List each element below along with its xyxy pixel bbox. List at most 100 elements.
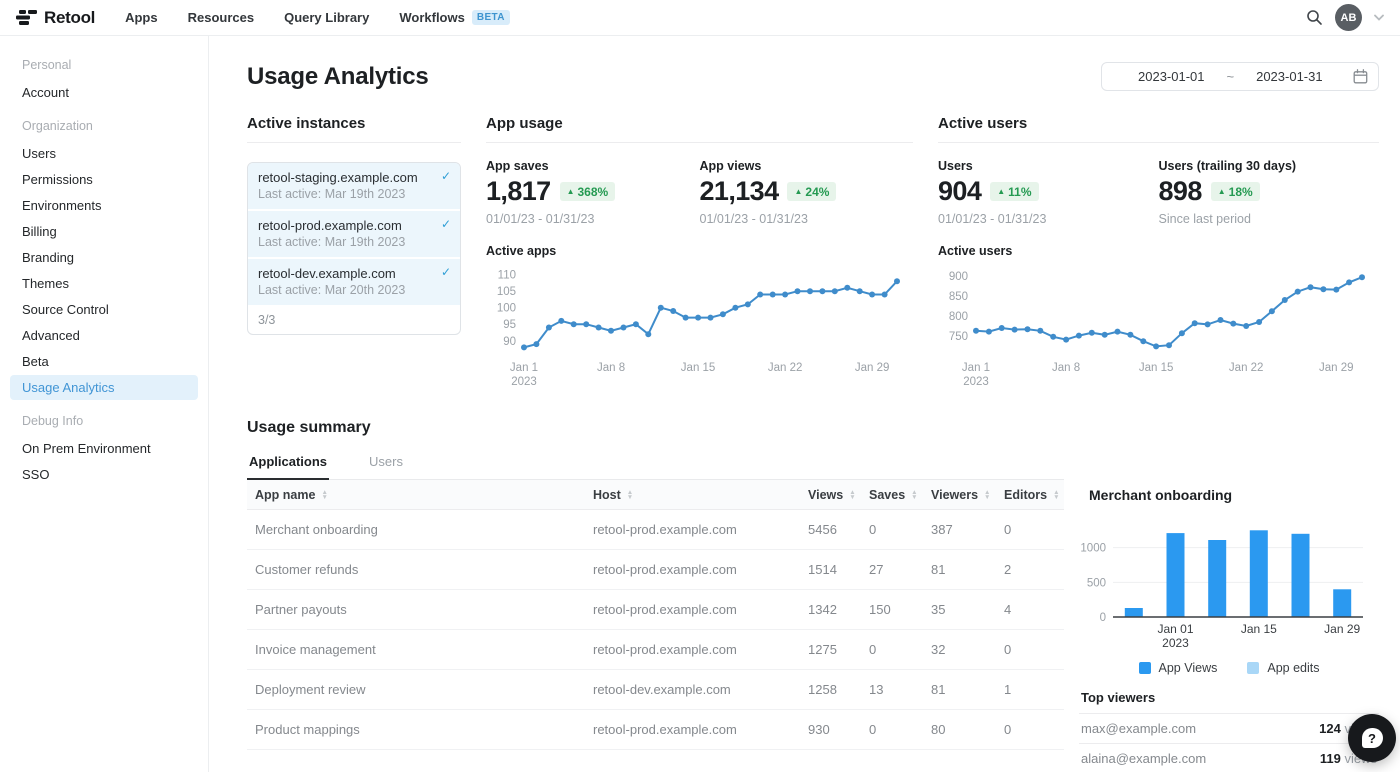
- table-header: App name▲▼Host▲▼Views▲▼Saves▲▼Viewers▲▼E…: [247, 480, 1064, 510]
- table-row[interactable]: Partner payoutsretool-prod.example.com13…: [247, 590, 1064, 630]
- bar-chart-title: Merchant onboarding: [1089, 487, 1379, 503]
- svg-text:800: 800: [949, 311, 968, 323]
- table-cell: 2: [1004, 562, 1064, 577]
- nav-item-query-library[interactable]: Query Library: [284, 10, 369, 25]
- column-label: Views: [808, 488, 843, 502]
- sidebar-item-source-control[interactable]: Source Control: [10, 297, 198, 322]
- table-cell: 4: [1004, 602, 1064, 617]
- nav-item-apps[interactable]: Apps: [125, 10, 158, 25]
- svg-text:500: 500: [1087, 577, 1106, 589]
- sidebar-item-environments[interactable]: Environments: [10, 193, 198, 218]
- top-navbar: Retool Apps Resources Query Library Workflo…: [0, 0, 1400, 36]
- avatar[interactable]: AB: [1335, 4, 1362, 31]
- applications-table: Merchant onboardingretool-prod.example.c…: [247, 510, 1064, 750]
- active-apps-chart: 9095100105110Jan 12023Jan 8Jan 15Jan 22J…: [486, 258, 913, 390]
- column-header-saves[interactable]: Saves▲▼: [869, 488, 931, 502]
- sidebar-item-themes[interactable]: Themes: [10, 271, 198, 296]
- svg-text:Jan 22: Jan 22: [1229, 362, 1264, 374]
- table-cell: Invoice management: [255, 642, 593, 657]
- legend-swatch: [1139, 662, 1151, 674]
- table-cell: 1275: [808, 642, 869, 657]
- table-cell: 27: [869, 562, 931, 577]
- table-cell: retool-prod.example.com: [593, 642, 808, 657]
- svg-text:Jan 15: Jan 15: [1241, 622, 1277, 636]
- sidebar-item-on-prem-environment[interactable]: On Prem Environment: [10, 436, 198, 461]
- table-cell: 5456: [808, 522, 869, 537]
- table-row[interactable]: Merchant onboardingretool-prod.example.c…: [247, 510, 1064, 550]
- column-header-app-name[interactable]: App name▲▼: [255, 488, 593, 502]
- help-button[interactable]: ?: [1348, 714, 1396, 762]
- date-to: 2023-01-31: [1256, 69, 1323, 84]
- sidebar-item-permissions[interactable]: Permissions: [10, 167, 198, 192]
- svg-text:900: 900: [949, 271, 968, 283]
- sidebar-item-billing[interactable]: Billing: [10, 219, 198, 244]
- instance-last-active: Last active: Mar 19th 2023: [258, 235, 450, 249]
- table-cell: 32: [931, 642, 1004, 657]
- table-row[interactable]: Deployment reviewretool-dev.example.com1…: [247, 670, 1064, 710]
- trend-up-icon: ▲: [997, 188, 1005, 196]
- sidebar-item-branding[interactable]: Branding: [10, 245, 198, 270]
- svg-text:110: 110: [498, 270, 516, 282]
- metric-value: 904: [938, 176, 981, 207]
- main-content: Usage Analytics 2023-01-01 ~ 2023-01-31: [209, 36, 1400, 772]
- column-header-editors[interactable]: Editors▲▼: [1004, 488, 1064, 502]
- retool-logo-icon: [16, 10, 37, 25]
- column-header-views[interactable]: Views▲▼: [808, 488, 869, 502]
- column-header-host[interactable]: Host▲▼: [593, 488, 808, 502]
- active-instances-section: Active instances retool-staging.example.…: [247, 115, 461, 393]
- settings-sidebar: PersonalAccountOrganizationUsersPermissi…: [0, 36, 209, 772]
- retool-logo[interactable]: Retool: [16, 8, 95, 28]
- metric-delta-badge: ▲24%: [787, 182, 836, 201]
- metric-label: Users (trailing 30 days): [1159, 159, 1380, 173]
- table-row[interactable]: Product mappingsretool-prod.example.com9…: [247, 710, 1064, 750]
- table-cell: 0: [869, 722, 931, 737]
- nav-item-resources[interactable]: Resources: [188, 10, 254, 25]
- legend-item-app-edits: App edits: [1247, 661, 1319, 675]
- sidebar-item-users[interactable]: Users: [10, 141, 198, 166]
- check-icon: ✓: [441, 217, 451, 231]
- column-header-viewers[interactable]: Viewers▲▼: [931, 488, 1004, 502]
- tab-users[interactable]: Users: [367, 447, 405, 479]
- nav-item-label: Workflows: [399, 10, 465, 25]
- usage-summary-section: Usage summary ApplicationsUsers App name…: [247, 419, 1379, 772]
- sidebar-item-advanced[interactable]: Advanced: [10, 323, 198, 348]
- sidebar-item-account[interactable]: Account: [10, 80, 198, 105]
- svg-text:750: 750: [949, 331, 968, 343]
- table-cell: 81: [931, 562, 1004, 577]
- table-cell: retool-dev.example.com: [593, 682, 808, 697]
- calendar-icon[interactable]: [1353, 69, 1368, 84]
- date-from: 2023-01-01: [1138, 69, 1205, 84]
- table-cell: 1342: [808, 602, 869, 617]
- section-title-active-instances: Active instances: [247, 115, 461, 143]
- table-row[interactable]: Customer refundsretool-prod.example.com1…: [247, 550, 1064, 590]
- svg-text:1000: 1000: [1080, 543, 1106, 555]
- table-cell: retool-prod.example.com: [593, 602, 808, 617]
- sidebar-section-title: Personal: [0, 58, 208, 72]
- trend-up-icon: ▲: [1218, 188, 1226, 196]
- viewer-row: alaina@example.com119 views: [1079, 744, 1379, 772]
- svg-text:Jan 22: Jan 22: [768, 362, 803, 374]
- beta-badge: BETA: [472, 10, 510, 25]
- chevron-down-icon[interactable]: [1374, 14, 1384, 21]
- delta-value: 18%: [1229, 185, 1253, 199]
- table-cell: 387: [931, 522, 1004, 537]
- nav-item-workflows[interactable]: Workflows BETA: [399, 10, 510, 25]
- sidebar-item-beta[interactable]: Beta: [10, 349, 198, 374]
- table-cell: 150: [869, 602, 931, 617]
- instance-name: retool-staging.example.com: [258, 170, 450, 185]
- metric-period: 01/01/23 - 01/31/23: [486, 212, 700, 226]
- legend-label: App edits: [1267, 661, 1319, 675]
- metric-value: 21,134: [700, 176, 779, 207]
- tab-applications[interactable]: Applications: [247, 447, 329, 480]
- instance-row[interactable]: retool-dev.example.comLast active: Mar 2…: [248, 259, 460, 307]
- table-row[interactable]: Invoice managementretool-prod.example.co…: [247, 630, 1064, 670]
- date-range-picker[interactable]: 2023-01-01 ~ 2023-01-31: [1101, 62, 1379, 91]
- sidebar-item-usage-analytics[interactable]: Usage Analytics: [10, 375, 198, 400]
- instance-row[interactable]: retool-staging.example.comLast active: M…: [248, 163, 460, 211]
- search-icon[interactable]: [1306, 9, 1323, 26]
- delta-value: 368%: [578, 185, 609, 199]
- table-cell: 0: [1004, 522, 1064, 537]
- metric-delta-badge: ▲368%: [560, 182, 616, 201]
- sidebar-item-sso[interactable]: SSO: [10, 462, 198, 487]
- instance-row[interactable]: retool-prod.example.comLast active: Mar …: [248, 211, 460, 259]
